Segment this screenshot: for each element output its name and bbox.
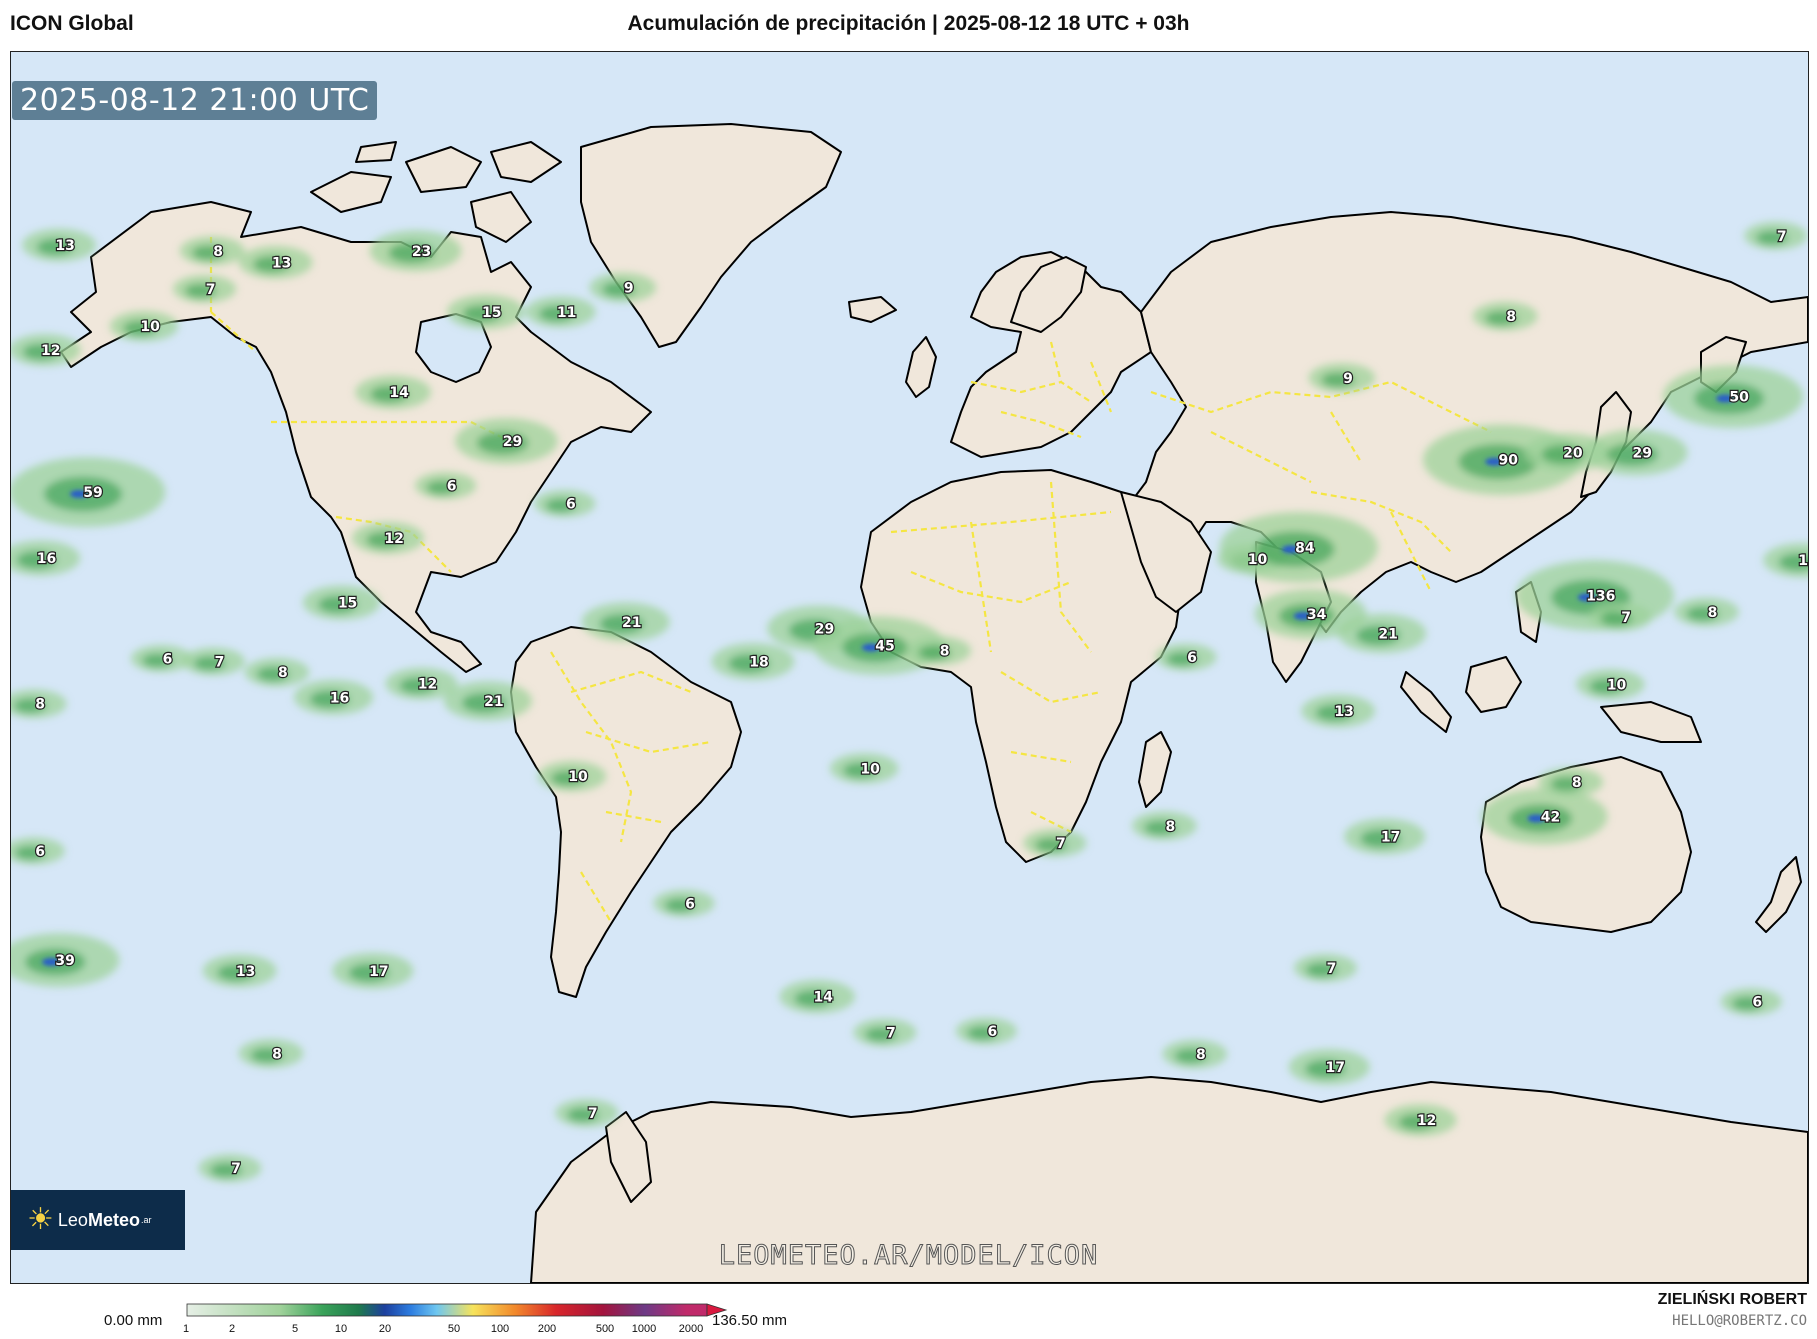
colorbar-tick-label: 200 — [537, 1323, 557, 1335]
precip-max-label: 39 — [55, 953, 74, 969]
precip-max-label: 8 — [213, 244, 223, 260]
colorbar-ticks: 1 2 5 10 20 50 100 200 500 1000 2000 — [182, 1323, 726, 1339]
precip-max-label: 15 — [338, 596, 357, 612]
precip-max-label: 6 — [163, 652, 173, 668]
precip-max-label: 59 — [83, 485, 102, 501]
colorbar-tick-label: 50 — [447, 1323, 461, 1335]
author-email[interactable]: HELLO@ROBERTZ.CO — [1672, 1313, 1807, 1329]
precip-max-label: 21 — [1378, 626, 1397, 642]
precip-max-label: 29 — [503, 434, 522, 450]
precip-max-label: 18 — [749, 654, 768, 670]
precip-max-label: 6 — [1187, 650, 1197, 666]
precip-max-label: 16 — [330, 690, 349, 706]
precip-max-label: 50 — [1729, 390, 1749, 406]
precip-max-label: 14 — [389, 385, 409, 401]
precip-max-label: 8 — [1708, 605, 1718, 621]
chart-title: Acumulación de precipitación | 2025-08-1… — [627, 12, 1190, 35]
precip-max-label: 9 — [1343, 371, 1353, 387]
precip-max-label: 15 — [1798, 553, 1808, 569]
sun-icon: ☀ — [27, 1203, 54, 1236]
precip-max-label: 14 — [814, 990, 834, 1006]
precip-max-label: 6 — [447, 479, 457, 495]
precip-max-label: 29 — [815, 621, 834, 637]
author-name: ZIELIŃSKI ROBERT — [1657, 1291, 1807, 1308]
precip-max-label: 12 — [1417, 1113, 1436, 1129]
precip-max-label: 7 — [588, 1106, 598, 1122]
colorbar — [186, 1303, 728, 1317]
precip-max-label: 8 — [1572, 775, 1582, 791]
precip-max-label: 20 — [1563, 446, 1583, 462]
precip-max-label: 10 — [1607, 677, 1627, 693]
precip-max-label: 6 — [1752, 995, 1762, 1011]
precip-max-label: 8 — [278, 665, 288, 681]
precip-max-label: 9 — [624, 280, 634, 296]
precip-max-label: 6 — [35, 844, 45, 860]
precip-max-label: 11 — [557, 305, 576, 321]
precip-max-label: 7 — [1056, 836, 1066, 852]
world-map: 13 8 13 23 15 11 12 14 29 59 6 6 16 12 15 21 6 7 8 16 12 21 10… — [11, 52, 1808, 1283]
precip-max-label: 29 — [1633, 446, 1652, 462]
precip-max-label: 7 — [1621, 610, 1631, 626]
colorbar-tick-label: 1 — [182, 1323, 190, 1335]
precip-max-label: 13 — [55, 238, 74, 254]
precip-max-label: 42 — [1541, 809, 1560, 825]
colorbar-tick-label: 100 — [490, 1323, 510, 1335]
precip-max-label: 21 — [622, 615, 641, 631]
precip-max-label: 6 — [685, 896, 695, 912]
colorbar-tick-label: 2000 — [678, 1323, 704, 1335]
colorbar-tick-label: 5 — [291, 1323, 299, 1335]
precip-max-label: 34 — [1307, 607, 1327, 623]
precip-max-label: 13 — [236, 964, 255, 980]
precip-max-label: 7 — [231, 1161, 241, 1177]
precip-max-label: 90 — [1498, 453, 1518, 469]
precip-max-label: 13 — [272, 255, 291, 271]
colorbar-tick-label: 500 — [595, 1323, 615, 1335]
precip-max-label: 6 — [566, 496, 576, 512]
precip-max-label: 10 — [1248, 552, 1268, 568]
watermark-url: LEOMETEO.AR/MODEL/ICON — [718, 1240, 1099, 1272]
precip-max-label: 12 — [418, 677, 437, 693]
precip-max-label: 10 — [140, 319, 160, 335]
precip-max-label: 17 — [1381, 830, 1400, 846]
precip-max-label: 8 — [1166, 819, 1176, 835]
precip-max-label: 7 — [1777, 229, 1787, 245]
precip-max-label: 136 — [1586, 588, 1615, 604]
precip-max-label: 8 — [940, 644, 950, 660]
precip-max-label: 7 — [206, 282, 216, 298]
colorbar-tick-label: 20 — [378, 1323, 392, 1335]
precip-max-label: 45 — [875, 639, 894, 655]
precip-max-label: 8 — [1196, 1047, 1206, 1063]
logo-suffix: .ar — [140, 1215, 152, 1225]
colorbar-tick-label: 10 — [334, 1323, 348, 1335]
precip-max-label: 7 — [886, 1025, 896, 1041]
precip-max-label: 8 — [1506, 309, 1516, 325]
precip-max-label: 16 — [37, 551, 56, 567]
precip-max-label: 84 — [1295, 540, 1315, 556]
precip-max-label: 15 — [482, 305, 501, 321]
precip-max-label: 12 — [384, 531, 403, 547]
colorbar-tick-label: 2 — [228, 1323, 236, 1335]
precip-max-label: 21 — [484, 694, 503, 710]
precip-max-label: 17 — [369, 964, 388, 980]
precip-max-label: 10 — [568, 769, 588, 785]
precip-max-label: 6 — [987, 1024, 997, 1040]
precip-max-label: 7 — [1327, 961, 1337, 977]
precip-max-label: 10 — [860, 761, 880, 777]
precip-max-label: 13 — [1334, 704, 1353, 720]
precip-max-label: 12 — [41, 343, 60, 359]
precip-max-label: 17 — [1326, 1060, 1345, 1076]
valid-time-badge: 2025-08-12 21:00 UTC — [12, 81, 378, 120]
map-panel[interactable]: 13 8 13 23 15 11 12 14 29 59 6 6 16 12 15 21 6 7 8 16 12 21 10… — [10, 51, 1809, 1284]
precip-max-label: 8 — [272, 1046, 282, 1062]
colorbar-min-label: 0.00 mm — [104, 1312, 163, 1329]
logo-text-a: Leo — [57, 1209, 88, 1230]
precip-max-label: 7 — [215, 654, 225, 670]
precip-max-label: 23 — [412, 244, 431, 260]
logo-text-b: Meteo — [87, 1209, 140, 1230]
colorbar-tick-label: 1000 — [631, 1323, 657, 1335]
precip-max-label: 8 — [35, 697, 45, 713]
